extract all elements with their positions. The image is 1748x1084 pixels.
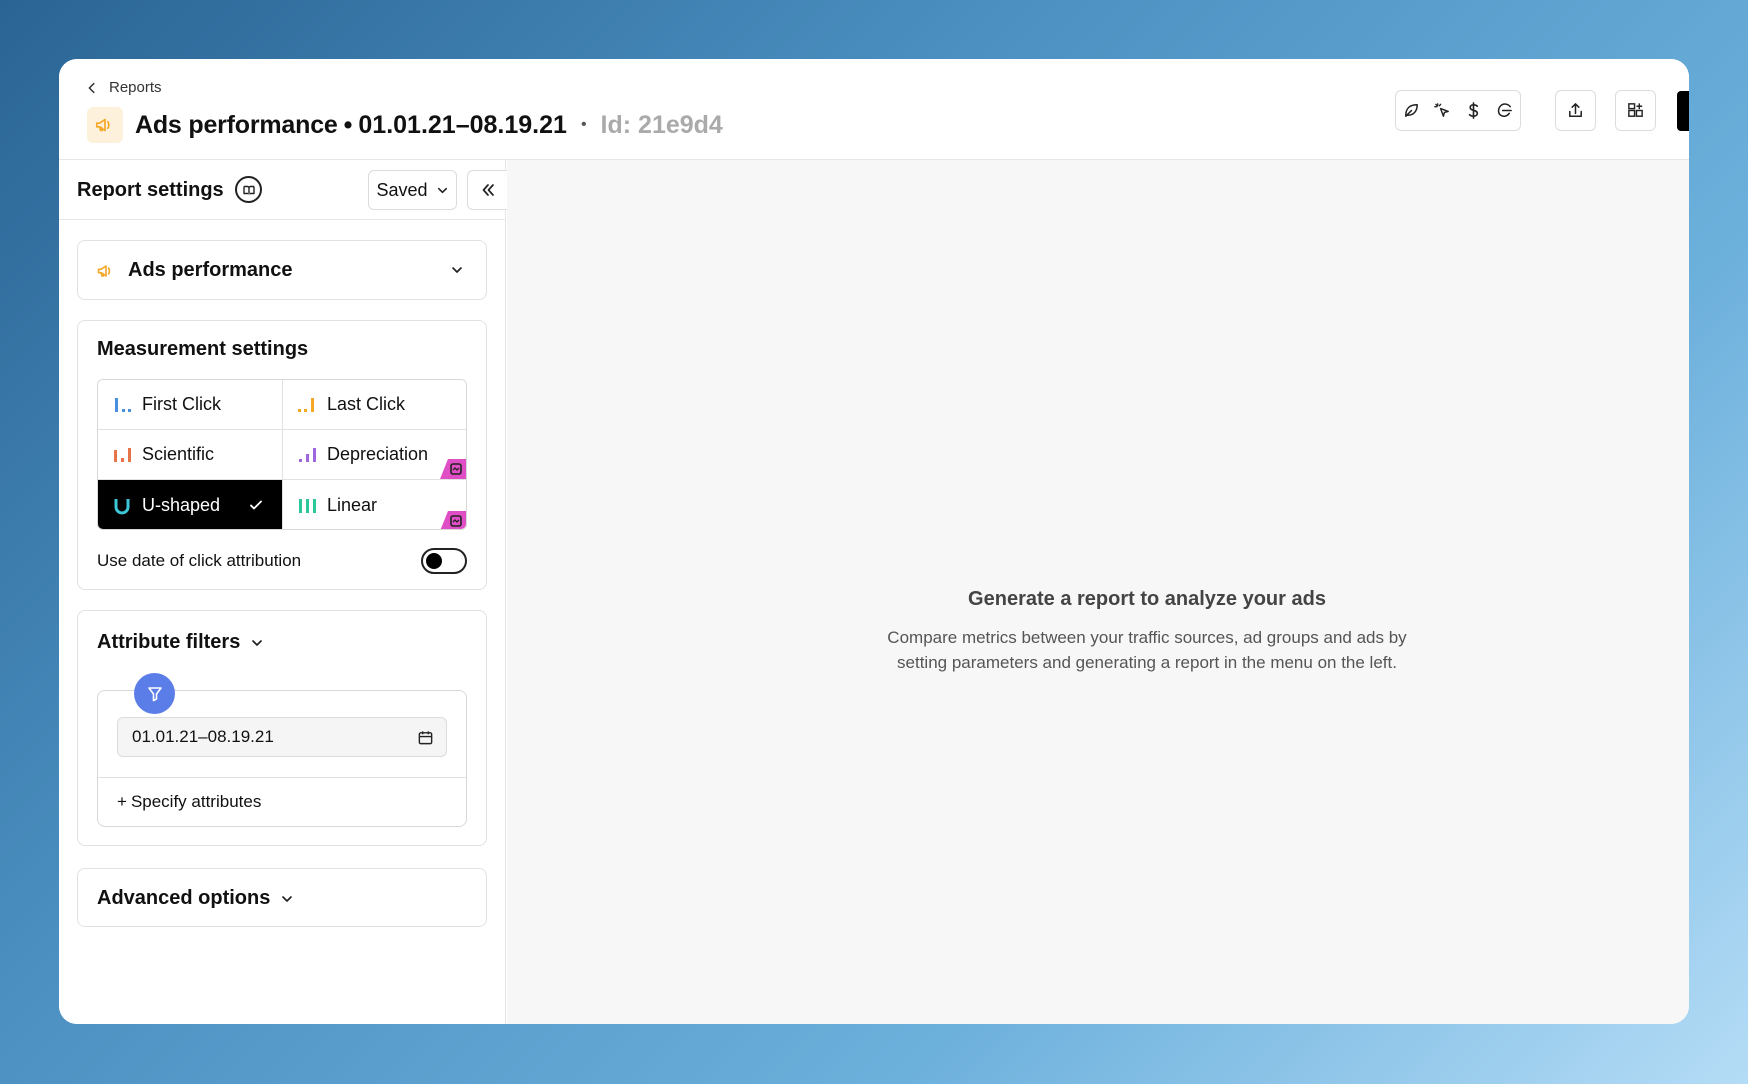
report-settings-sidebar: Report settings Saved Ads performance Me… xyxy=(59,160,507,1024)
model-depreciation[interactable]: Depreciation xyxy=(283,430,466,480)
model-label: Scientific xyxy=(142,444,215,464)
empty-state-title: Generate a report to analyze your ads xyxy=(968,588,1326,610)
tool-button-group xyxy=(1395,90,1521,131)
premium-badge-icon xyxy=(440,459,466,479)
model-label: Depreciation xyxy=(327,444,429,464)
model-label: First Click xyxy=(142,394,221,414)
title-dot: • xyxy=(343,110,353,139)
toggle-label: Use date of click attribution xyxy=(97,551,302,570)
click-date-toggle[interactable] xyxy=(421,548,467,574)
chevron-down-icon xyxy=(282,895,293,902)
sidebar-title: Report settings xyxy=(77,179,224,201)
title-separator: • xyxy=(580,116,587,133)
breadcrumb[interactable]: Reports xyxy=(85,79,162,96)
report-date-range: 01.01.21–08.19.21 xyxy=(358,110,567,139)
layout-add-icon xyxy=(1628,103,1643,117)
empty-state-description: Compare metrics between your traffic sou… xyxy=(887,628,1407,672)
empty-state: Generate a report to analyze your ads Co… xyxy=(887,588,1407,675)
last-click-icon xyxy=(298,397,314,412)
saved-dropdown[interactable]: Saved xyxy=(368,170,457,210)
chevron-down-icon xyxy=(437,187,447,193)
attribution-model-grid: First Click Last Click Scientific Deprec… xyxy=(97,379,467,530)
divider xyxy=(98,777,466,778)
report-type-dropdown[interactable]: Ads performance xyxy=(77,240,487,300)
attribute-filters-header[interactable]: Attribute filters xyxy=(97,631,264,654)
depreciation-icon xyxy=(299,447,316,462)
model-label: Last Click xyxy=(327,394,406,414)
advanced-options-title: Advanced options xyxy=(97,887,271,909)
linear-icon xyxy=(299,498,316,513)
advanced-options-card[interactable]: Advanced options xyxy=(77,868,487,927)
check-icon xyxy=(250,500,262,510)
specify-attributes-button[interactable]: + Specify attributes xyxy=(117,792,261,812)
measurement-settings-card: Measurement settings First Click Last Cl… xyxy=(77,320,487,590)
model-label: Linear xyxy=(327,495,378,515)
report-title: Ads performance xyxy=(135,110,338,139)
u-shaped-icon xyxy=(114,498,130,514)
model-last-click[interactable]: Last Click xyxy=(283,380,466,430)
megaphone-icon xyxy=(97,265,111,277)
primary-action-edge[interactable] xyxy=(1677,91,1689,131)
chevron-down-icon xyxy=(452,267,462,273)
date-range-field[interactable]: 01.01.21–08.19.21 xyxy=(117,717,447,757)
cursor-click-icon[interactable] xyxy=(1433,101,1452,120)
calendar-icon xyxy=(418,731,433,745)
premium-badge-icon xyxy=(440,511,466,529)
report-type-label: Ads performance xyxy=(128,259,293,281)
first-click-icon xyxy=(115,397,131,412)
megaphone-icon xyxy=(87,107,123,143)
share-icon xyxy=(1569,103,1582,117)
guide-icon[interactable] xyxy=(235,176,262,203)
model-label: U-shaped xyxy=(142,495,221,515)
tag-icon[interactable] xyxy=(1495,101,1514,120)
attribute-filters-title: Attribute filters xyxy=(97,631,241,653)
layout-button[interactable] xyxy=(1615,90,1656,131)
top-bar: Reports Ads performance • 01.01.21–08.19… xyxy=(59,59,1689,160)
click-date-toggle-row: Use date of click attribution xyxy=(97,548,467,574)
report-canvas: Generate a report to analyze your ads Co… xyxy=(507,160,1689,1024)
app-window: Reports Ads performance • 01.01.21–08.19… xyxy=(59,59,1689,1024)
collapse-sidebar-button[interactable] xyxy=(467,170,507,210)
advanced-options-header[interactable]: Advanced options xyxy=(97,887,294,910)
filter-button[interactable] xyxy=(134,673,175,714)
leaf-icon[interactable] xyxy=(1402,101,1421,120)
chevron-down-icon xyxy=(252,639,263,646)
model-linear[interactable]: Linear xyxy=(283,480,466,529)
model-u-shaped[interactable]: U-shaped xyxy=(98,480,283,529)
scientific-icon xyxy=(114,447,131,462)
filter-icon xyxy=(147,686,162,701)
model-scientific[interactable]: Scientific xyxy=(98,430,283,480)
attribute-filters-card: Attribute filters 01.01.21–08.19.21 + Sp… xyxy=(77,610,487,846)
report-id: Id: 21e9d4 xyxy=(600,110,723,139)
dollar-icon[interactable] xyxy=(1464,101,1483,120)
page-title: Ads performance • 01.01.21–08.19.21 • Id… xyxy=(87,107,723,143)
plus-icon: + xyxy=(117,792,127,811)
saved-label: Saved xyxy=(376,179,428,200)
model-first-click[interactable]: First Click xyxy=(98,380,283,430)
breadcrumb-label: Reports xyxy=(109,79,162,96)
share-button[interactable] xyxy=(1555,90,1596,131)
measurement-settings-title: Measurement settings xyxy=(97,338,309,360)
chevrons-left-icon xyxy=(482,184,494,196)
specify-attributes-label: Specify attributes xyxy=(130,792,262,811)
sidebar-header: Report settings Saved xyxy=(59,160,507,220)
date-range-value: 01.01.21–08.19.21 xyxy=(132,727,274,746)
chevron-left-icon xyxy=(88,82,95,93)
